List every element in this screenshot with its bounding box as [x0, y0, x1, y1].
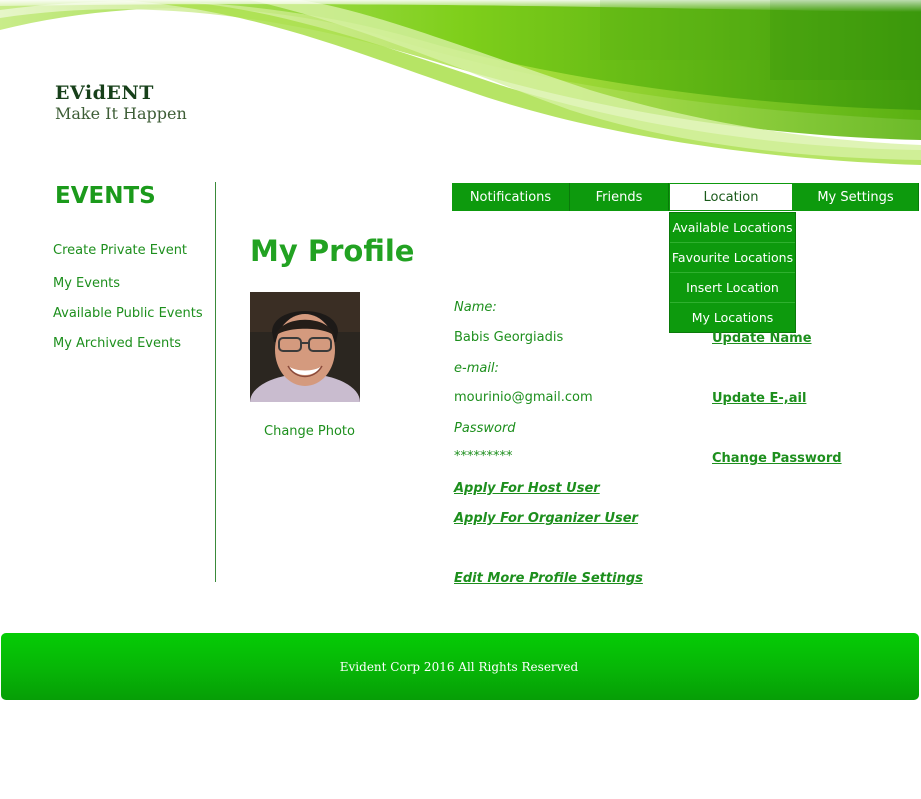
avatar-image: [250, 292, 360, 402]
menu-item-available-locations[interactable]: Available Locations: [670, 213, 795, 243]
change-password-link[interactable]: Change Password: [712, 451, 842, 466]
update-name-link[interactable]: Update Name: [712, 331, 812, 346]
nav-notifications[interactable]: Notifications: [452, 183, 570, 211]
menu-item-favourite-locations[interactable]: Favourite Locations: [670, 243, 795, 273]
page-title: My Profile: [250, 234, 415, 268]
nav-location[interactable]: Location: [669, 183, 793, 211]
logo-title: EVidENT: [55, 82, 154, 104]
email-value: mourinio@gmail.com: [454, 390, 593, 405]
sidebar-item-create-private-event[interactable]: Create Private Event: [53, 243, 187, 258]
apply-organizer-user-link[interactable]: Apply For Organizer User: [454, 511, 638, 526]
update-email-link[interactable]: Update E-,ail: [712, 391, 806, 406]
menu-item-my-locations[interactable]: My Locations: [670, 303, 795, 332]
change-photo-link[interactable]: Change Photo: [264, 424, 355, 439]
sidebar-item-my-archived-events[interactable]: My Archived Events: [53, 336, 181, 351]
edit-more-profile-settings-link[interactable]: Edit More Profile Settings: [454, 571, 643, 586]
location-dropdown-menu: Available Locations Favourite Locations …: [669, 212, 796, 333]
sidebar-divider: [215, 182, 216, 582]
menu-item-insert-location[interactable]: Insert Location: [670, 273, 795, 303]
sidebar-item-available-public-events[interactable]: Available Public Events: [53, 306, 203, 321]
footer-copyright: Evident Corp 2016 All Rights Reserved: [339, 659, 579, 674]
sidebar-item-my-events[interactable]: My Events: [53, 276, 120, 291]
name-value: Babis Georgiadis: [454, 330, 564, 345]
profile-photo: [250, 292, 360, 402]
email-label: e-mail:: [454, 361, 499, 376]
password-label: Password: [454, 421, 516, 436]
nav-friends[interactable]: Friends: [570, 183, 669, 211]
nav-my-settings[interactable]: My Settings: [793, 183, 919, 211]
password-value: *********: [454, 449, 513, 464]
header-banner: EVidENT Make It Happen: [0, 0, 921, 175]
sidebar-title: EVENTS: [55, 183, 156, 209]
footer-bar: Evident Corp 2016 All Rights Reserved: [1, 633, 919, 700]
name-label: Name:: [454, 300, 497, 315]
logo-tagline: Make It Happen: [55, 104, 187, 123]
apply-host-user-link[interactable]: Apply For Host User: [454, 481, 600, 496]
